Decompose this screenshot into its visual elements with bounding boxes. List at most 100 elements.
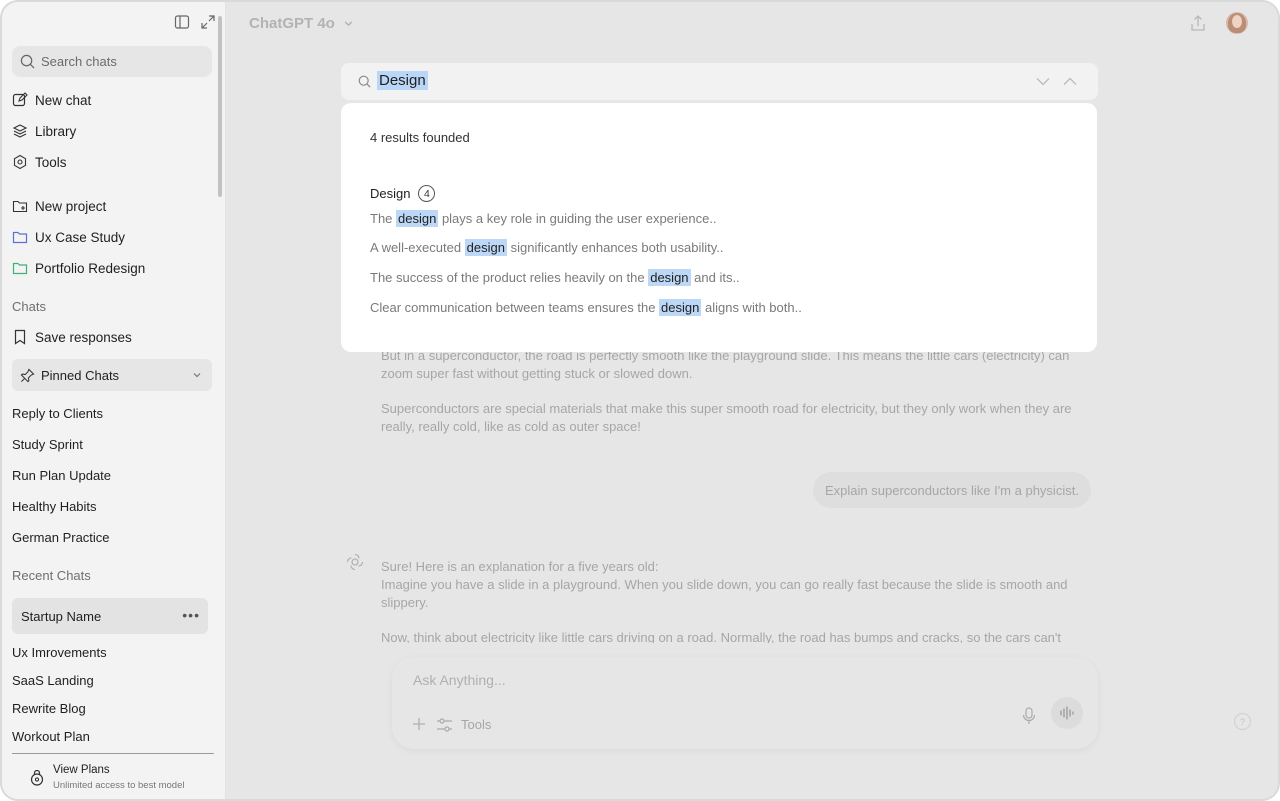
sidebar-top-icons — [174, 14, 218, 32]
sidebar-scrollbar[interactable] — [218, 16, 222, 197]
save-responses-button[interactable]: Save responses — [12, 329, 132, 345]
result-match-highlight: design — [396, 210, 439, 227]
project-ux-case-study[interactable]: Ux Case Study — [12, 229, 125, 245]
message-line: really, really cold, like as cold as out… — [381, 419, 641, 434]
sidebar-divider — [12, 753, 214, 754]
next-result-icon[interactable] — [1036, 77, 1050, 86]
folder-plus-icon — [12, 200, 28, 213]
search-result-item[interactable]: The design plays a key role in guiding t… — [370, 210, 717, 227]
chatgpt-logo-icon — [346, 553, 364, 571]
pinned-chats-label: Pinned Chats — [41, 367, 120, 383]
new-chat-button[interactable]: New chat — [12, 92, 91, 108]
library-label: Library — [35, 123, 77, 139]
project-label: Portfolio Redesign — [35, 260, 146, 276]
result-text: aligns with both.. — [701, 300, 802, 315]
recent-chats-section-label: Recent Chats — [12, 568, 91, 583]
search-icon — [20, 54, 35, 69]
result-text: plays a key role in guiding the user exp… — [438, 211, 717, 226]
composer-input[interactable]: Ask Anything... — [413, 672, 506, 688]
result-match-highlight: design — [464, 239, 507, 256]
app-window: Search chats New chat Library Tools New … — [0, 0, 1280, 801]
result-text: significantly enhances both usability.. — [506, 240, 724, 255]
result-text: and its.. — [690, 270, 740, 285]
help-button[interactable]: ? — [1234, 713, 1251, 730]
previous-result-icon[interactable] — [1063, 77, 1077, 86]
results-group-label: Design — [370, 186, 411, 201]
tools-button[interactable]: Tools — [12, 154, 67, 170]
layers-icon — [12, 124, 28, 138]
project-label: Ux Case Study — [35, 229, 126, 245]
message-line: Imagine you have a slide in a playground… — [381, 577, 1068, 592]
result-text: A well-executed — [370, 240, 465, 255]
sidebar-toggle-icon[interactable] — [174, 14, 192, 32]
message-line: Sure! Here is an explanation for a five … — [381, 559, 659, 574]
folder-icon — [12, 231, 28, 244]
avatar-face — [1232, 15, 1242, 28]
assistant-message-paragraph: Sure! Here is an explanation for a five … — [381, 558, 1101, 612]
message-line: Superconductors are special materials th… — [381, 401, 1072, 416]
plus-icon[interactable] — [412, 717, 426, 731]
voice-mode-button[interactable] — [1051, 697, 1083, 729]
assistant-message-paragraph: Superconductors are special materials th… — [381, 400, 1101, 436]
plans-subtitle: Unlimited access to best model — [53, 780, 185, 791]
composer-tools-button[interactable]: Tools — [436, 717, 491, 732]
assistant-message-paragraph: But in a superconductor, the road is per… — [381, 347, 1101, 383]
message-line: zoom super fast without getting stuck or… — [381, 366, 693, 381]
bookmark-icon — [14, 329, 26, 345]
avatar[interactable] — [1226, 12, 1248, 34]
waveform-icon — [1060, 706, 1074, 720]
model-selector[interactable]: ChatGPT 4o — [249, 15, 354, 32]
pinned-chat-item[interactable]: Study Sprint — [12, 437, 83, 452]
message-composer[interactable]: Ask Anything... Tools — [392, 657, 1098, 749]
search-chats-input[interactable]: Search chats — [12, 46, 212, 77]
find-bar[interactable]: Design — [341, 63, 1098, 100]
sidebar: Search chats New chat Library Tools New … — [2, 2, 226, 799]
results-count: 4 results founded — [370, 130, 470, 145]
active-chat-item[interactable]: Startup Name ••• — [12, 598, 208, 634]
results-count-badge: 4 — [418, 185, 436, 202]
find-results-panel: 4 results founded Design 4 The design pl… — [341, 103, 1097, 352]
message-line: Now, think about electricity like little… — [381, 630, 1061, 643]
result-match-highlight: design — [659, 299, 702, 316]
view-plans-button[interactable]: View Plans Unlimited access to best mode… — [30, 764, 184, 791]
chats-section-label: Chats — [12, 299, 46, 314]
pinned-chats-dropdown[interactable]: Pinned Chats — [12, 359, 212, 391]
result-match-highlight: design — [648, 269, 691, 286]
new-chat-icon — [12, 92, 28, 107]
share-icon[interactable] — [1190, 14, 1206, 32]
pinned-chat-item[interactable]: German Practice — [12, 530, 110, 545]
chevron-down-icon — [193, 373, 201, 378]
new-project-label: New project — [35, 198, 107, 214]
recent-chat-item[interactable]: Workout Plan — [12, 729, 90, 744]
find-query-input[interactable]: Design — [377, 71, 428, 90]
new-project-button[interactable]: New project — [12, 198, 106, 214]
pin-icon — [20, 367, 35, 382]
search-result-item[interactable]: A well-executed design significantly enh… — [370, 239, 724, 256]
result-text: The — [370, 211, 397, 226]
result-text: The success of the product relies heavil… — [370, 270, 649, 285]
message-line: slippery. — [381, 595, 429, 610]
search-result-item[interactable]: Clear communication between teams ensure… — [370, 299, 802, 316]
result-text: Clear communication between teams ensure… — [370, 300, 660, 315]
pinned-chat-item[interactable]: Run Plan Update — [12, 468, 111, 483]
microphone-icon[interactable] — [1022, 707, 1036, 725]
expand-icon[interactable] — [200, 14, 218, 32]
more-options-icon[interactable]: ••• — [182, 607, 200, 623]
model-label: ChatGPT 4o — [249, 15, 335, 32]
project-portfolio-redesign[interactable]: Portfolio Redesign — [12, 260, 145, 276]
search-result-item[interactable]: The success of the product relies heavil… — [370, 269, 740, 286]
chevron-down-icon — [344, 21, 353, 27]
library-button[interactable]: Library — [12, 123, 76, 139]
folder-icon — [12, 262, 28, 275]
tools-icon — [13, 154, 27, 170]
pinned-chat-item[interactable]: Reply to Clients — [12, 406, 103, 421]
sliders-icon — [437, 717, 452, 732]
save-responses-label: Save responses — [35, 329, 132, 345]
recent-chat-item[interactable]: SaaS Landing — [12, 673, 94, 688]
pinned-chat-item[interactable]: Healthy Habits — [12, 499, 97, 514]
composer-tools-label: Tools — [461, 717, 492, 732]
recent-chat-item[interactable]: Ux Imrovements — [12, 645, 107, 660]
plans-icon — [30, 770, 44, 786]
results-group-header: Design 4 — [370, 185, 436, 202]
recent-chat-item[interactable]: Rewrite Blog — [12, 701, 86, 716]
